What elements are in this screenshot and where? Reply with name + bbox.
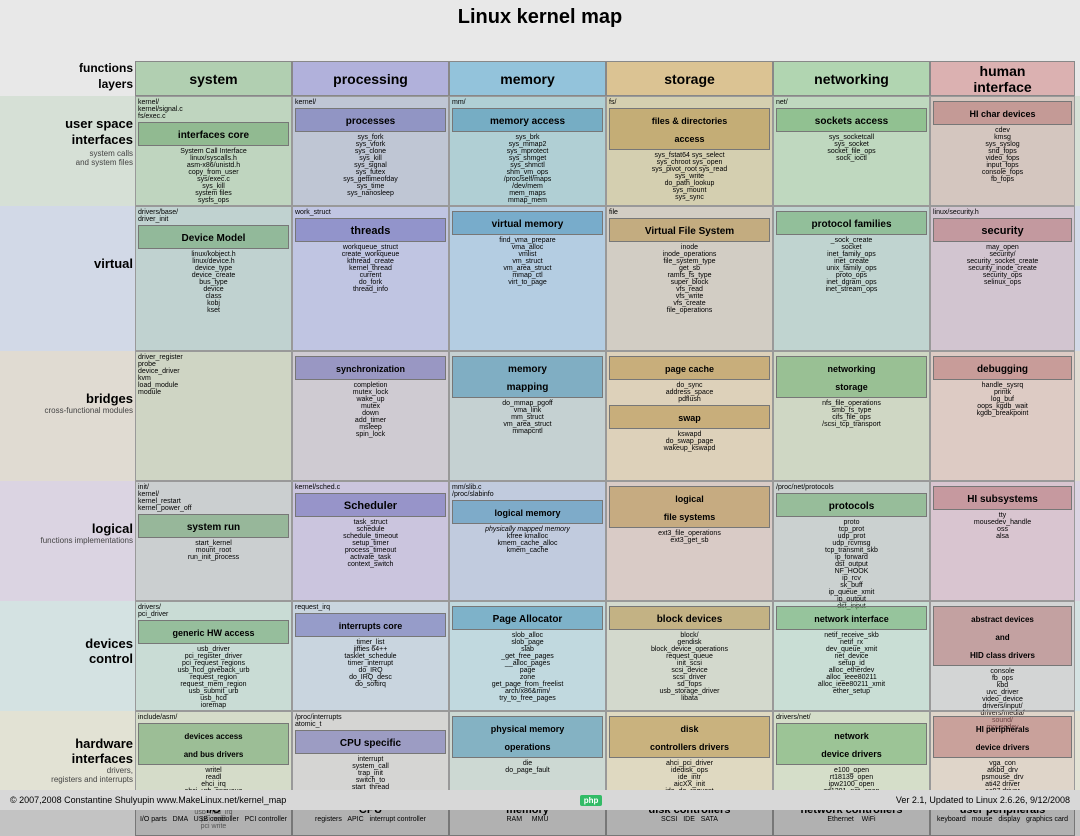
label-userspace: user spaceinterfaces system callsand sys… bbox=[0, 116, 133, 167]
cell-storage-bridges: page cache do_sync address_space pdflush… bbox=[606, 351, 773, 481]
cell-human-bridges: debugging handle_sysrq printk log_buf oo… bbox=[930, 351, 1075, 481]
col-header-human: humaninterface bbox=[930, 61, 1075, 96]
label-logical: logical functions implementations bbox=[0, 521, 133, 545]
col-header-storage: storage bbox=[606, 61, 773, 96]
footer-version: Ver 2.1, Updated to Linux 2.6.26, 9/12/2… bbox=[896, 795, 1070, 805]
cell-memory-devices: Page Allocator slob_alloc slob_page slab… bbox=[449, 601, 606, 711]
cell-system-userspace: kernel/ kernel/signal.c fs/exec.c interf… bbox=[135, 96, 292, 206]
label-bridges: bridges cross-functional modules bbox=[0, 391, 133, 415]
cell-networking-bridges: networkingstorage nfs_file_operations sm… bbox=[773, 351, 930, 481]
cell-storage-hardware: diskcontrollers drivers ahci_pci_driver … bbox=[606, 711, 773, 791]
cell-system-hardware: include/asm/ devices accessand bus drive… bbox=[135, 711, 292, 791]
cell-networking-logical: /proc/net/protocols protocols proto tcp_… bbox=[773, 481, 930, 601]
label-hardware: hardwareinterfaces drivers,registers and… bbox=[0, 736, 133, 784]
cell-memory-virtual: virtual memory find_vma_prepare vma_allo… bbox=[449, 206, 606, 351]
cell-processing-virtual: work_struct threads workqueue_struct cre… bbox=[292, 206, 449, 351]
cell-networking-virtual: protocol families _sock_create socket in… bbox=[773, 206, 930, 351]
cell-storage-virtual: file Virtual File System inode inode_ope… bbox=[606, 206, 773, 351]
cell-networking-hardware: drivers/net/ networkdevice drivers e100_… bbox=[773, 711, 930, 791]
cell-memory-logical: mm/slib.c /proc/slabinfo logical memory … bbox=[449, 481, 606, 601]
label-devices: devicescontrol bbox=[0, 636, 133, 666]
cell-processing-logical: kernel/sched.c Scheduler task_struct sch… bbox=[292, 481, 449, 601]
cell-system-logical: init/ kernel/ kernel_restart kernel_powe… bbox=[135, 481, 292, 601]
cell-human-userspace: HI char devices cdev kmsg sys_syslog snd… bbox=[930, 96, 1075, 206]
cell-processing-bridges: synchronization completion mutex_lock wa… bbox=[292, 351, 449, 481]
cell-human-hardware: HI peripheralsdevice drivers vga_con atk… bbox=[930, 711, 1075, 791]
cell-processing-userspace: kernel/ processes sys_fork sys_vfork sys… bbox=[292, 96, 449, 206]
cell-memory-userspace: mm/ memory access sys_brk sys_mmap2 sys_… bbox=[449, 96, 606, 206]
col-header-memory: memory bbox=[449, 61, 606, 96]
main-title: Linux kernel map bbox=[0, 0, 1080, 31]
cell-storage-logical: logicalfile systems ext3_file_operations… bbox=[606, 481, 773, 601]
footer-copyright: © 2007,2008 Constantine Shulyupin www.Ma… bbox=[10, 795, 286, 805]
cell-system-bridges: driver_register probe device_driver kvm … bbox=[135, 351, 292, 481]
cell-human-devices: abstract devicesandHID class drivers con… bbox=[930, 601, 1075, 711]
cell-processing-hardware: /proc/interrupts atomic_t CPU specific i… bbox=[292, 711, 449, 791]
php-badge: php bbox=[580, 795, 603, 806]
cell-networking-userspace: net/ sockets access sys_socketcall sys_s… bbox=[773, 96, 930, 206]
col-header-networking: networking bbox=[773, 61, 930, 96]
cell-storage-userspace: fs/ files & directoriesaccess sys_fstat6… bbox=[606, 96, 773, 206]
cell-system-devices: drivers/ pci_driver generic HW access us… bbox=[135, 601, 292, 711]
cell-networking-devices: network interface netif_receive_skb neti… bbox=[773, 601, 930, 711]
cell-storage-devices: block devices block/ gendisk block_devic… bbox=[606, 601, 773, 711]
cell-memory-hardware: physical memoryoperations die do_page_fa… bbox=[449, 711, 606, 791]
label-virtual: virtual bbox=[0, 256, 133, 271]
label-functions-layers: functionslayers bbox=[0, 61, 133, 92]
cell-system-virtual: drivers/base/ driver_init Device Model l… bbox=[135, 206, 292, 351]
col-header-processing: processing bbox=[292, 61, 449, 96]
footer: © 2007,2008 Constantine Shulyupin www.Ma… bbox=[0, 790, 1080, 810]
cell-memory-bridges: memorymapping do_mmap_pgoff vma_link mm_… bbox=[449, 351, 606, 481]
cell-human-virtual: linux/security.h security may_open secur… bbox=[930, 206, 1075, 351]
col-header-system: system bbox=[135, 61, 292, 96]
cell-human-logical: HI subsystems tty mousedev_handle oss al… bbox=[930, 481, 1075, 601]
cell-processing-devices: request_irq interrupts core timer_list j… bbox=[292, 601, 449, 711]
